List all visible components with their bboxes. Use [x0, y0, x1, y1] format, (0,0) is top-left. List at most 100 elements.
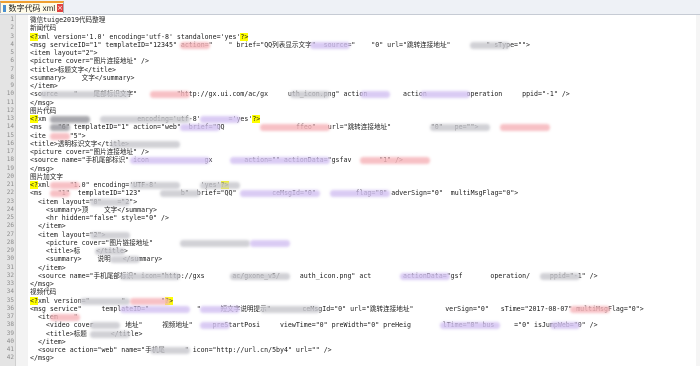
line-number: 6	[10, 57, 14, 65]
code-text: <title>标题文字</title>	[30, 65, 116, 74]
file-tab[interactable]: 数字代码 xml ×	[0, 1, 64, 13]
line-number: 11	[6, 98, 14, 106]
code-line: 16 <title>透明标识文字</title>	[0, 140, 700, 148]
line-number: 18	[6, 156, 14, 164]
code-text: <source name="手机尾部标识" icon gx action="" …	[30, 156, 404, 165]
vertical-scrollbar[interactable]	[696, 15, 700, 366]
redaction-blur	[430, 124, 490, 132]
line-number: 14	[6, 123, 14, 131]
line-number: 34	[6, 288, 14, 296]
redaction-blur	[50, 116, 90, 123]
code-line: 30 <summary> 说明 </summary>	[0, 255, 700, 264]
code-line: 33 </msg>	[0, 280, 700, 288]
line-number: 5	[10, 49, 14, 56]
code-line: 26 </item>	[0, 222, 700, 230]
redaction-blur	[400, 272, 450, 280]
line-number: 25	[6, 214, 14, 221]
tab-bar: 数字代码 xml ×	[0, 0, 700, 15]
code-line: 38 <video cover 地址" 视频地址" preStartPosi v…	[0, 321, 700, 330]
line-number: 17	[6, 148, 14, 155]
code-line: 27 <item layout="2">	[0, 231, 700, 239]
redaction-blur	[550, 322, 580, 330]
line-number: 9	[10, 82, 14, 89]
redaction-blur	[200, 182, 240, 189]
redaction-blur	[110, 256, 140, 264]
code-text: </msg>	[30, 280, 54, 288]
redaction-blur	[360, 91, 390, 99]
line-number: 32	[6, 271, 14, 279]
code-line: 23 <item layout="0" ="2">	[0, 198, 700, 206]
line-number: 12	[6, 106, 14, 114]
line-number: 41	[6, 346, 14, 353]
redaction-blur	[90, 198, 130, 206]
redaction-blur	[130, 157, 210, 165]
code-text: <summary> 文字</summary>	[30, 73, 135, 82]
code-text: 图片代码	[30, 106, 57, 115]
line-number: 10	[6, 90, 14, 98]
close-icon[interactable]: ×	[57, 4, 63, 12]
code-text: 新闻代码	[30, 24, 57, 33]
code-line: 31 </item>	[0, 264, 700, 272]
code-line: 25 <hr hidden="false" style="0" />	[0, 214, 700, 222]
code-text: <picture cover="图片连接地址" />	[30, 148, 149, 156]
redaction-blur	[360, 157, 430, 165]
code-line: 34 视频代码	[0, 288, 700, 296]
redaction-blur	[470, 41, 510, 49]
code-line: 24 <summary>顶 文字</summary>	[0, 206, 700, 214]
redaction-blur	[230, 272, 290, 280]
redaction-blur	[120, 305, 190, 313]
code-text: </item>	[30, 337, 66, 346]
redaction-blur	[570, 305, 610, 313]
line-number: 4	[10, 40, 14, 48]
line-number: 40	[6, 337, 14, 345]
line-number: 3	[10, 32, 14, 40]
code-line: 13<?xm encoding='utf-8' ='yes'?>	[0, 115, 700, 123]
redaction-blur	[290, 91, 330, 99]
line-number: 29	[6, 247, 14, 254]
redaction-blur	[330, 190, 390, 198]
code-text: </item>	[30, 82, 58, 90]
line-number: 26	[6, 222, 14, 230]
code-text: </item>	[30, 263, 66, 272]
line-number: 22	[6, 189, 14, 197]
code-line: 28 <picture cover="图片链接地址"	[0, 239, 700, 247]
line-number: 1	[10, 16, 14, 23]
redaction-blur	[180, 239, 250, 247]
code-line: 29 <title>标 </title>	[0, 247, 700, 255]
code-line: 5 <item layout="2">	[0, 49, 700, 57]
line-number: 39	[6, 329, 14, 337]
code-text: </msg>	[30, 354, 54, 363]
line-number: 20	[6, 172, 14, 180]
code-line: 32 <source name="手机尾部标识" icon="http://gx…	[0, 272, 700, 280]
code-editor[interactable]: 1 微信tuige2019代码整理 2 新闻代码 3 <?xml version='1.0…	[0, 15, 700, 366]
code-text: <source name="手机尾部标识" icon="http://gxs a…	[30, 271, 598, 280]
code-text: <msg serviceID="1" templateID="12345" ac…	[30, 40, 530, 49]
redaction-blur	[180, 41, 210, 49]
code-text: 微信tuige2019代码整理	[30, 16, 106, 24]
redaction-blur	[230, 157, 330, 165]
code-line: 42 </msg>	[0, 354, 700, 362]
code-line: 4 <msg serviceID="1" templateID="12345" a…	[0, 41, 700, 49]
redaction-blur	[440, 322, 500, 330]
code-line: 10<source " 尾部标识文字" "http://gx.ui.com/ac…	[0, 90, 700, 99]
tab-label: 数字代码 xml	[8, 3, 56, 13]
redaction-blur	[50, 182, 80, 189]
code-area[interactable]: 1 微信tuige2019代码整理 2 新闻代码 3 <?xml version='1.0…	[0, 16, 700, 363]
line-number: 36	[6, 304, 14, 312]
code-line: 39 <title>标题 </title>	[0, 330, 700, 338]
code-line: 20 图片加文字	[0, 173, 700, 181]
code-text: </msg>	[30, 98, 54, 107]
redaction-blur	[250, 239, 290, 247]
code-line: 41 <source action="web" name="手机尾 " icon…	[0, 346, 700, 354]
code-line: 1 微信tuige2019代码整理	[0, 16, 700, 24]
code-line: 21<?xml "1.0" encoding='UTF-8' 'yes'?>	[0, 181, 700, 189]
code-line: 19 </msg>	[0, 165, 700, 173]
line-number: 19	[6, 164, 14, 172]
redaction-blur	[50, 190, 70, 198]
line-number: 23	[6, 197, 14, 205]
code-text: <hr hidden="false" style="0" />	[30, 214, 169, 222]
code-line: 9 </item>	[0, 82, 700, 90]
code-text: 视频代码	[30, 288, 57, 297]
redaction-blur	[120, 272, 180, 280]
line-number: 16	[6, 139, 14, 147]
